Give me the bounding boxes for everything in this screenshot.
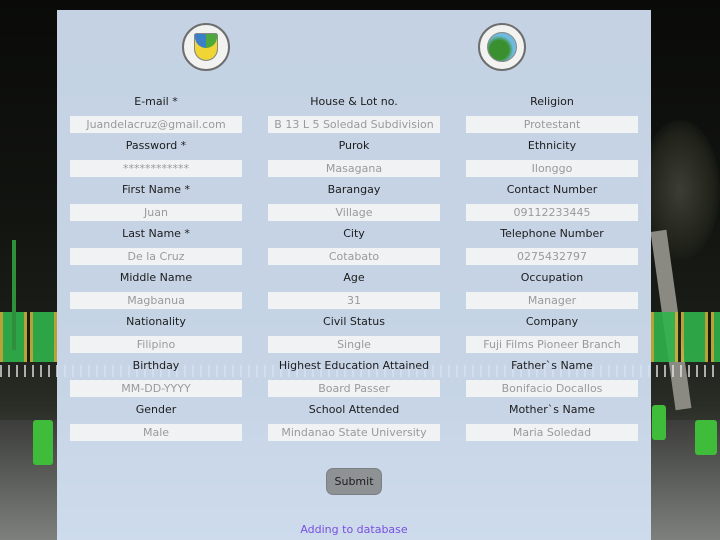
field-label: House & Lot no. (310, 95, 398, 108)
e-mail-input[interactable]: Juandelacruz@gmail.com (70, 116, 242, 133)
field-label: E-mail * (134, 95, 178, 108)
field-label: Religion (530, 95, 574, 108)
field-civil-status: Civil Status Single (268, 314, 440, 358)
field-e-mail: E-mail * Juandelacruz@gmail.com (70, 94, 242, 138)
field-father-s-name: Father`s Name Bonifacio Docallos (466, 358, 638, 402)
seal-emblem-icon (487, 32, 517, 62)
first-name-input[interactable]: Juan (70, 204, 242, 221)
house-lot-no-input[interactable]: B 13 L 5 Soledad Subdivision (268, 116, 440, 133)
field-label: Last Name * (122, 227, 190, 240)
school-attended-input[interactable]: Mindanao State University (268, 424, 440, 441)
form-column-address: House & Lot no. B 13 L 5 Soledad Subdivis… (268, 94, 440, 446)
form-column-personal: E-mail * Juandelacruz@gmail.com Password *… (70, 94, 242, 446)
field-label: First Name * (121, 183, 191, 196)
field-label: Civil Status (323, 315, 385, 328)
company-input[interactable]: Fuji Films Pioneer Branch (466, 336, 638, 353)
father-s-name-input[interactable]: Bonifacio Docallos (466, 380, 638, 397)
status-message: Adding to database (300, 523, 408, 536)
field-highest-education-attained: Highest Education Attained Board Passer (268, 358, 440, 402)
birthday-input[interactable]: MM-DD-YYYY (70, 380, 242, 397)
green-post-right (695, 420, 717, 455)
field-label: Barangay (327, 183, 381, 196)
mother-s-name-input[interactable]: Maria Soledad (466, 424, 638, 441)
field-label: Contact Number (506, 183, 598, 196)
field-occupation: Occupation Manager (466, 270, 638, 314)
field-label: Telephone Number (500, 227, 604, 240)
field-contact-number: Contact Number 09112233445 (466, 182, 638, 226)
field-label: Occupation (520, 271, 584, 284)
lit-arches-left (0, 312, 57, 362)
field-gender: Gender Male (70, 402, 242, 446)
gender-input[interactable]: Male (70, 424, 242, 441)
field-age: Age 31 (268, 270, 440, 314)
field-barangay: Barangay Village (268, 182, 440, 226)
submit-button[interactable]: Submit (326, 468, 382, 495)
form-column-background: Religion Protestant Ethnicity Ilonggo Contac… (466, 94, 638, 446)
seal-shield-icon (194, 33, 218, 61)
field-city: City Cotabato (268, 226, 440, 270)
lit-arches-right (651, 312, 720, 362)
barangay-seal-icon (478, 23, 526, 71)
field-label: Company (525, 315, 579, 328)
field-ethnicity: Ethnicity Ilonggo (466, 138, 638, 182)
age-input[interactable]: 31 (268, 292, 440, 309)
field-label: Nationality (126, 315, 186, 328)
registration-panel: E-mail * Juandelacruz@gmail.com Password *… (57, 10, 651, 540)
green-post-left (33, 420, 53, 465)
field-religion: Religion Protestant (466, 94, 638, 138)
field-label: Birthday (132, 359, 180, 372)
highest-education-attained-input[interactable]: Board Passer (268, 380, 440, 397)
field-last-name: Last Name * De la Cruz (70, 226, 242, 270)
field-label: Middle Name (119, 271, 193, 284)
field-label: Purok (338, 139, 370, 152)
field-purok: Purok Masagana (268, 138, 440, 182)
last-name-input[interactable]: De la Cruz (70, 248, 242, 265)
field-label: City (343, 227, 365, 240)
field-label: Ethnicity (527, 139, 577, 152)
field-label: Highest Education Attained (278, 359, 430, 372)
field-label: School Attended (308, 403, 400, 416)
field-house-lot-no: House & Lot no. B 13 L 5 Soledad Subdivis… (268, 94, 440, 138)
city-input[interactable]: Cotabato (268, 248, 440, 265)
ethnicity-input[interactable]: Ilonggo (466, 160, 638, 177)
field-birthday: Birthday MM-DD-YYYY (70, 358, 242, 402)
occupation-input[interactable]: Manager (466, 292, 638, 309)
field-label: Mother`s Name (509, 403, 595, 416)
password-input[interactable]: ************ (70, 160, 242, 177)
contact-number-input[interactable]: 09112233445 (466, 204, 638, 221)
green-post-right-small (652, 405, 666, 440)
barangay-input[interactable]: Village (268, 204, 440, 221)
nationality-input[interactable]: Filipino (70, 336, 242, 353)
field-label: Password * (125, 139, 187, 152)
field-middle-name: Middle Name Magbanua (70, 270, 242, 314)
field-label: Father`s Name (511, 359, 593, 372)
field-company: Company Fuji Films Pioneer Branch (466, 314, 638, 358)
field-nationality: Nationality Filipino (70, 314, 242, 358)
middle-name-input[interactable]: Magbanua (70, 292, 242, 309)
field-mother-s-name: Mother`s Name Maria Soledad (466, 402, 638, 446)
field-password: Password * ************ (70, 138, 242, 182)
field-label: Gender (135, 403, 177, 416)
field-school-attended: School Attended Mindanao State University (268, 402, 440, 446)
light-pole (12, 240, 16, 350)
field-label: Age (343, 271, 365, 284)
field-first-name: First Name * Juan (70, 182, 242, 226)
city-of-cotabato-seal-icon (182, 23, 230, 71)
field-telephone-number: Telephone Number 0275432797 (466, 226, 638, 270)
civil-status-input[interactable]: Single (268, 336, 440, 353)
purok-input[interactable]: Masagana (268, 160, 440, 177)
religion-input[interactable]: Protestant (466, 116, 638, 133)
telephone-number-input[interactable]: 0275432797 (466, 248, 638, 265)
